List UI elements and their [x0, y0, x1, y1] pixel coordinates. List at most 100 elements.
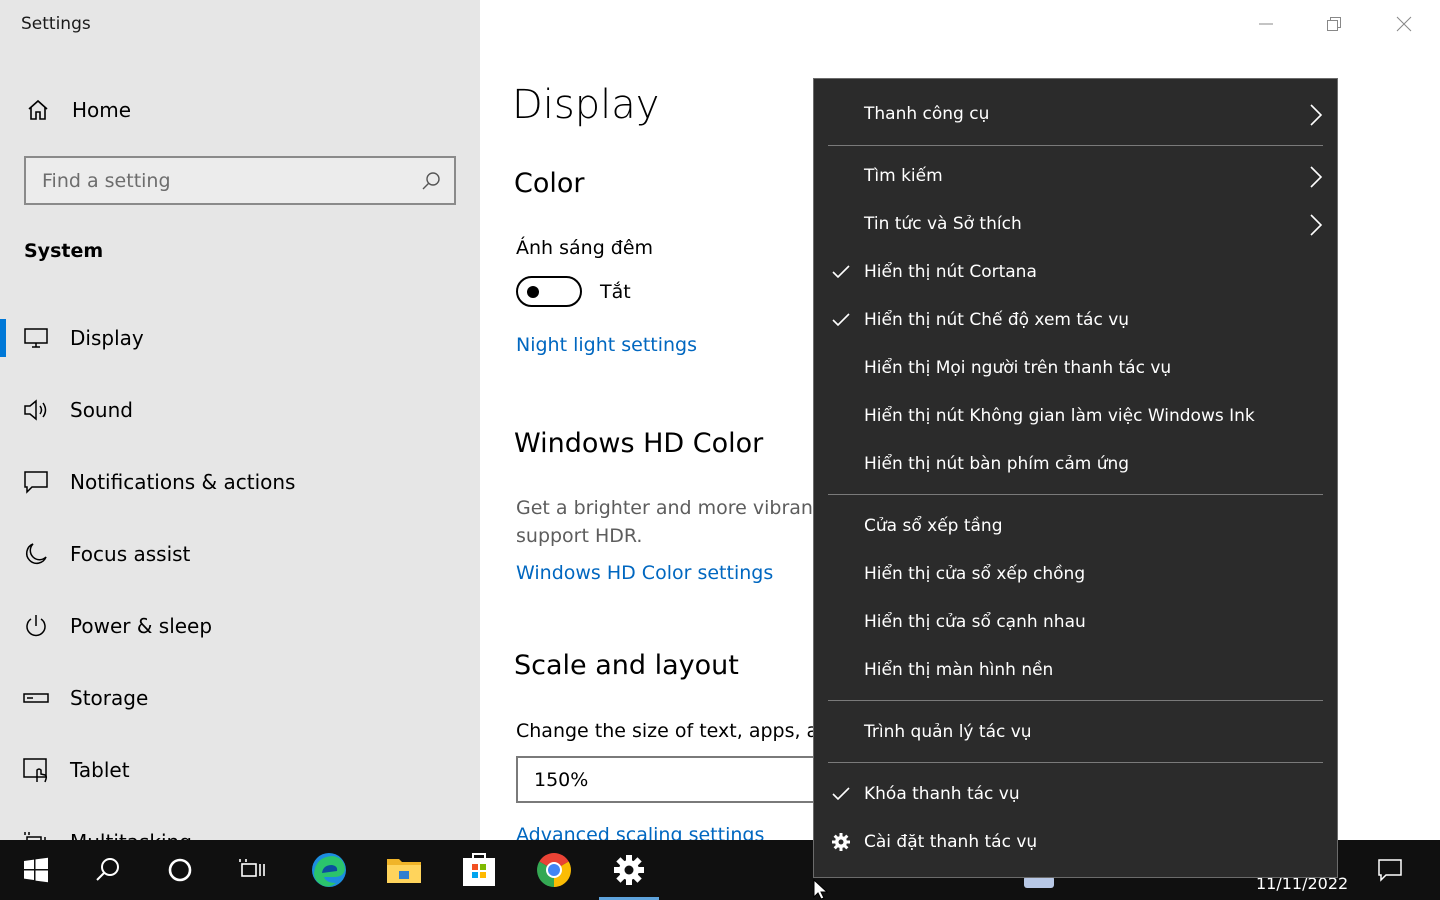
menu-separator — [828, 145, 1323, 146]
scale-dropdown[interactable]: 150% — [516, 756, 836, 803]
minimize-button[interactable] — [1232, 0, 1300, 48]
file-explorer-button[interactable] — [374, 840, 434, 900]
start-button[interactable] — [6, 840, 66, 900]
chevron-right-icon — [1310, 214, 1323, 236]
moon-icon — [22, 540, 50, 568]
hd-color-heading: Windows HD Color — [514, 428, 764, 459]
speaker-icon — [22, 396, 50, 424]
tablet-icon — [22, 756, 50, 784]
settings-icon — [614, 855, 644, 885]
taskbar-context-menu: Thanh công cụ Tìm kiếm Tin tức và Sở thí… — [813, 78, 1338, 878]
sidebar-item-tablet[interactable]: Tablet — [0, 742, 480, 798]
section-heading: System — [24, 240, 104, 262]
scale-value: 150% — [534, 769, 589, 791]
menu-item-label: Trình quản lý tác vụ — [864, 722, 1032, 742]
action-center-button[interactable] — [1360, 840, 1420, 900]
sidebar-item-focus-assist[interactable]: Focus assist — [0, 526, 480, 582]
menu-item-label: Hiển thị nút Cortana — [864, 262, 1037, 282]
sidebar-item-display[interactable]: Display — [0, 310, 480, 366]
task-view-icon — [239, 859, 265, 877]
sidebar-item-label: Multitasking — [70, 830, 192, 840]
sidebar-item-sound[interactable]: Sound — [0, 382, 480, 438]
menu-item-task-manager[interactable]: Trình quản lý tác vụ — [814, 709, 1337, 757]
home-icon — [24, 96, 52, 124]
power-icon — [22, 612, 50, 640]
checkmark-icon — [832, 787, 850, 801]
menu-item-cascade-windows[interactable]: Cửa sổ xếp tầng — [814, 503, 1337, 551]
notification-icon — [22, 468, 50, 496]
menu-item-show-touch-keyboard[interactable]: Hiển thị nút bàn phím cảm ứng — [814, 441, 1337, 489]
settings-sidebar: Settings Home System Display Sound Notif… — [0, 0, 480, 840]
menu-item-label: Thanh công cụ — [864, 104, 990, 124]
hd-color-desc-line1: Get a brighter and more vibrant — [516, 497, 821, 519]
restore-button[interactable] — [1300, 0, 1368, 48]
hd-color-settings-link[interactable]: Windows HD Color settings — [516, 562, 773, 584]
menu-item-label: Cửa sổ xếp tầng — [864, 516, 1003, 536]
sidebar-item-notifications[interactable]: Notifications & actions — [0, 454, 480, 510]
menu-item-label: Hiển thị cửa sổ xếp chồng — [864, 564, 1086, 584]
edge-button[interactable] — [299, 840, 359, 900]
menu-separator — [828, 700, 1323, 701]
search-input[interactable] — [26, 158, 454, 203]
app-title: Settings — [21, 14, 91, 34]
menu-item-stacked-windows[interactable]: Hiển thị cửa sổ xếp chồng — [814, 551, 1337, 599]
task-view-button[interactable] — [222, 840, 282, 900]
close-icon — [1396, 16, 1412, 32]
sidebar-item-power-sleep[interactable]: Power & sleep — [0, 598, 480, 654]
scale-heading: Scale and layout — [514, 650, 739, 681]
chevron-right-icon — [1310, 166, 1323, 188]
menu-item-taskbar-settings[interactable]: Cài đặt thanh tác vụ — [814, 819, 1337, 867]
sidebar-item-storage[interactable]: Storage — [0, 670, 480, 726]
action-center-icon — [1378, 859, 1402, 882]
menu-item-label: Hiển thị màn hình nền — [864, 660, 1054, 680]
night-light-state: Tắt — [600, 281, 631, 303]
search-box — [24, 156, 456, 205]
store-button[interactable] — [449, 840, 509, 900]
chrome-button[interactable] — [524, 840, 584, 900]
sidebar-item-label: Sound — [70, 398, 133, 422]
menu-item-label: Hiển thị nút Không gian làm việc Windows… — [864, 406, 1255, 426]
close-button[interactable] — [1370, 0, 1438, 48]
mouse-cursor-icon — [813, 879, 829, 900]
checkmark-icon — [832, 265, 850, 279]
advanced-scaling-link[interactable]: Advanced scaling settings — [516, 824, 764, 840]
menu-separator — [828, 494, 1323, 495]
start-icon — [24, 857, 48, 883]
menu-item-label: Tìm kiếm — [864, 166, 943, 186]
multitasking-icon — [22, 828, 50, 840]
settings-taskbar-button[interactable] — [599, 840, 659, 900]
menu-item-show-desktop[interactable]: Hiển thị màn hình nền — [814, 647, 1337, 695]
menu-item-show-people[interactable]: Hiển thị Mọi người trên thanh tác vụ — [814, 345, 1337, 393]
sidebar-item-multitasking[interactable]: Multitasking — [0, 814, 480, 840]
menu-item-toolbars[interactable]: Thanh công cụ — [814, 91, 1337, 139]
sidebar-item-label: Display — [70, 326, 144, 350]
menu-item-search[interactable]: Tìm kiếm — [814, 153, 1337, 201]
scale-desc: Change the size of text, apps, an — [516, 720, 831, 742]
menu-item-show-task-view[interactable]: Hiển thị nút Chế độ xem tác vụ — [814, 297, 1337, 345]
menu-item-side-by-side[interactable]: Hiển thị cửa sổ cạnh nhau — [814, 599, 1337, 647]
menu-item-show-cortana[interactable]: Hiển thị nút Cortana — [814, 249, 1337, 297]
search-icon[interactable] — [420, 170, 442, 192]
menu-item-label: Hiển thị nút Chế độ xem tác vụ — [864, 310, 1130, 330]
color-heading: Color — [514, 168, 585, 199]
home-nav-item[interactable]: Home — [24, 94, 131, 126]
minimize-icon — [1259, 23, 1273, 25]
sidebar-item-label: Storage — [70, 686, 149, 710]
storage-icon — [22, 684, 50, 712]
menu-item-label: Hiển thị Mọi người trên thanh tác vụ — [864, 358, 1172, 378]
taskbar-search-button[interactable] — [78, 840, 138, 900]
menu-item-label: Khóa thanh tác vụ — [864, 784, 1020, 804]
sidebar-item-label: Tablet — [70, 758, 130, 782]
gear-icon — [832, 833, 850, 851]
night-light-settings-link[interactable]: Night light settings — [516, 334, 697, 356]
menu-separator — [828, 762, 1323, 763]
cortana-button[interactable] — [150, 840, 210, 900]
checkmark-icon — [832, 313, 850, 327]
menu-item-news-interests[interactable]: Tin tức và Sở thích — [814, 201, 1337, 249]
chrome-icon — [537, 853, 571, 887]
menu-item-show-windows-ink[interactable]: Hiển thị nút Không gian làm việc Windows… — [814, 393, 1337, 441]
restore-icon — [1327, 17, 1341, 31]
menu-item-lock-taskbar[interactable]: Khóa thanh tác vụ — [814, 771, 1337, 819]
night-light-toggle[interactable] — [516, 276, 582, 307]
menu-item-label: Hiển thị nút bàn phím cảm ứng — [864, 454, 1130, 474]
